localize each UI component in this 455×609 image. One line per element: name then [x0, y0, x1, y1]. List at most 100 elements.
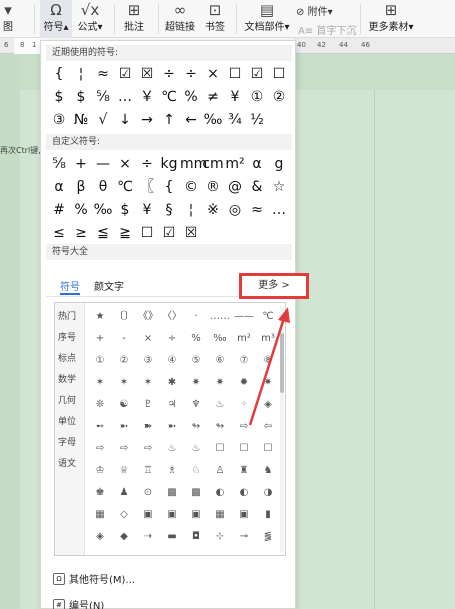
custom-symbol-cell[interactable]: # — [48, 199, 70, 221]
library-symbol-cell[interactable]: ◈ — [88, 527, 112, 547]
library-symbol-cell[interactable]: ◐ — [208, 483, 232, 503]
attachment-button[interactable]: ⊘ 附件▾ — [296, 3, 333, 18]
library-symbol-cell[interactable]: ➽ — [136, 417, 160, 437]
library-symbol-cell[interactable]: ▩ — [184, 483, 208, 503]
recent-symbol-cell[interactable]: → — [136, 109, 158, 131]
library-symbol-cell[interactable]: ↬ — [208, 417, 232, 437]
library-symbol-cell[interactable]: ☐ — [208, 439, 232, 459]
recent-symbol-cell[interactable]: ↑ — [158, 109, 180, 131]
library-symbol-cell[interactable]: ▬ — [160, 527, 184, 547]
category-item[interactable]: 单位 — [58, 414, 76, 427]
library-symbol-cell[interactable]: ♟ — [112, 483, 136, 503]
recent-symbol-cell[interactable]: √ — [92, 109, 114, 131]
recent-symbol-cell[interactable]: ￥ — [136, 86, 158, 108]
custom-symbol-cell[interactable]: § — [158, 199, 180, 221]
recent-symbol-cell[interactable]: % — [180, 86, 202, 108]
docpart-button[interactable]: ▤ 文档部件▾ — [244, 0, 290, 38]
library-symbol-cell[interactable]: ⊹ — [208, 527, 232, 547]
library-symbol-cell[interactable]: ♗ — [160, 461, 184, 481]
library-symbol-cell[interactable]: ⇦ — [256, 417, 280, 437]
custom-symbol-cell[interactable]: { — [158, 176, 180, 198]
library-symbol-cell[interactable]: ♨ — [160, 439, 184, 459]
custom-symbol-cell[interactable]: ☐ — [136, 222, 158, 244]
library-symbol-cell[interactable]: ♙ — [208, 461, 232, 481]
tab-emoticons[interactable]: 颜文字 — [94, 278, 124, 293]
recent-symbol-cell[interactable]: { — [48, 63, 70, 85]
recent-symbol-cell[interactable]: ½ — [246, 109, 268, 131]
recent-symbol-cell[interactable]: ① — [246, 86, 268, 108]
recent-symbol-cell[interactable]: ☐ — [224, 63, 246, 85]
library-symbol-cell[interactable]: ⇢ — [136, 527, 160, 547]
custom-symbol-cell[interactable]: α — [48, 176, 70, 198]
library-symbol-cell[interactable]: ⑧ — [256, 351, 280, 371]
library-symbol-cell[interactable]: ▩ — [160, 483, 184, 503]
library-symbol-cell[interactable]: ▦ — [208, 505, 232, 525]
recent-symbol-cell[interactable]: ℃ — [158, 86, 180, 108]
library-symbol-cell[interactable]: ➼ — [160, 417, 184, 437]
custom-symbol-cell[interactable]: ‰ — [92, 199, 114, 221]
material-button[interactable]: ⊞ 更多素材▾ — [366, 0, 416, 38]
library-symbol-cell[interactable]: ◘ — [184, 527, 208, 547]
library-symbol-cell[interactable]: ☐ — [232, 439, 256, 459]
bookmark-button[interactable]: ⊡ 书签 — [202, 0, 228, 38]
library-symbol-cell[interactable]: m³ — [256, 329, 280, 349]
library-symbol-cell[interactable]: ② — [112, 351, 136, 371]
library-symbol-cell[interactable]: ♨ — [184, 439, 208, 459]
library-symbol-cell[interactable]: ⪓ — [256, 527, 280, 547]
recent-symbol-cell[interactable]: ¥ — [224, 86, 246, 108]
recent-symbol-cell[interactable]: ÷ — [180, 63, 202, 85]
custom-symbol-cell[interactable]: ⅝ — [48, 153, 70, 175]
library-symbol-cell[interactable]: ▣ — [136, 505, 160, 525]
library-symbol-cell[interactable]: ◈ — [256, 395, 280, 415]
other-symbols-item[interactable]: Ω 其他符号(M)... — [53, 571, 135, 586]
library-symbol-cell[interactable]: ✶ — [88, 373, 112, 393]
library-symbol-cell[interactable]: ⊙ — [136, 483, 160, 503]
custom-symbol-cell[interactable]: & — [246, 176, 268, 198]
library-symbol-cell[interactable]: × — [136, 329, 160, 349]
category-item[interactable]: 数学 — [58, 372, 76, 385]
custom-symbol-cell[interactable]: α — [246, 153, 268, 175]
custom-symbol-cell[interactable]: m² — [224, 153, 246, 175]
custom-symbol-cell[interactable]: ☒ — [180, 222, 202, 244]
custom-symbol-cell[interactable]: ◎ — [224, 199, 246, 221]
library-symbol-cell[interactable]: 〈〉 — [160, 307, 184, 327]
library-symbol-cell[interactable]: ✶ — [136, 373, 160, 393]
library-symbol-cell[interactable]: ☯ — [112, 395, 136, 415]
library-symbol-cell[interactable]: ⇨ — [136, 439, 160, 459]
recent-symbol-cell[interactable]: ¦ — [70, 63, 92, 85]
library-symbol-cell[interactable]: ♃ — [160, 395, 184, 415]
library-symbol-cell[interactable]: —— — [232, 307, 256, 327]
library-symbol-cell[interactable]: ✷ — [256, 373, 280, 393]
library-symbol-cell[interactable]: ◆ — [112, 527, 136, 547]
library-symbol-cell[interactable]: ☐ — [256, 439, 280, 459]
custom-symbol-cell[interactable]: ≧ — [114, 222, 136, 244]
library-symbol-cell[interactable]: ◇ — [112, 505, 136, 525]
library-symbol-cell[interactable]: ♔ — [88, 461, 112, 481]
hyperlink-button[interactable]: ∞ 超链接 — [164, 0, 196, 38]
category-item[interactable]: 热门 — [58, 309, 76, 322]
library-symbol-cell[interactable]: ★ — [88, 307, 112, 327]
custom-symbol-cell[interactable]: + — [70, 153, 92, 175]
custom-symbol-cell[interactable]: ≥ — [70, 222, 92, 244]
library-symbol-cell[interactable]: ⑦ — [232, 351, 256, 371]
custom-symbol-cell[interactable]: ※ — [202, 199, 224, 221]
custom-symbol-cell[interactable]: g — [268, 153, 290, 175]
category-item[interactable]: 语文 — [58, 456, 76, 469]
library-symbol-cell[interactable]: ♨ — [208, 395, 232, 415]
custom-symbol-cell[interactable]: 〖 — [136, 176, 158, 198]
library-symbol-cell[interactable]: ✷ — [184, 373, 208, 393]
library-symbol-cell[interactable]: ♞ — [256, 461, 280, 481]
custom-symbol-cell[interactable]: ¥ — [136, 199, 158, 221]
custom-symbol-cell[interactable]: — — [92, 153, 114, 175]
recent-symbol-cell[interactable]: ÷ — [158, 63, 180, 85]
library-symbol-cell[interactable]: ℃ — [256, 307, 280, 327]
library-symbol-cell[interactable]: ④ — [160, 351, 184, 371]
custom-symbol-cell[interactable]: θ — [92, 176, 114, 198]
numbering-item[interactable]: # 编号(N) — [53, 597, 104, 609]
recent-symbol-cell[interactable]: ☐ — [268, 63, 290, 85]
library-symbol-cell[interactable]: ✱ — [160, 373, 184, 393]
library-symbol-cell[interactable]: ▣ — [160, 505, 184, 525]
library-symbol-cell[interactable]: ▦ — [88, 505, 112, 525]
library-symbol-cell[interactable]: ⑤ — [184, 351, 208, 371]
custom-symbol-cell[interactable]: mm — [180, 153, 207, 175]
